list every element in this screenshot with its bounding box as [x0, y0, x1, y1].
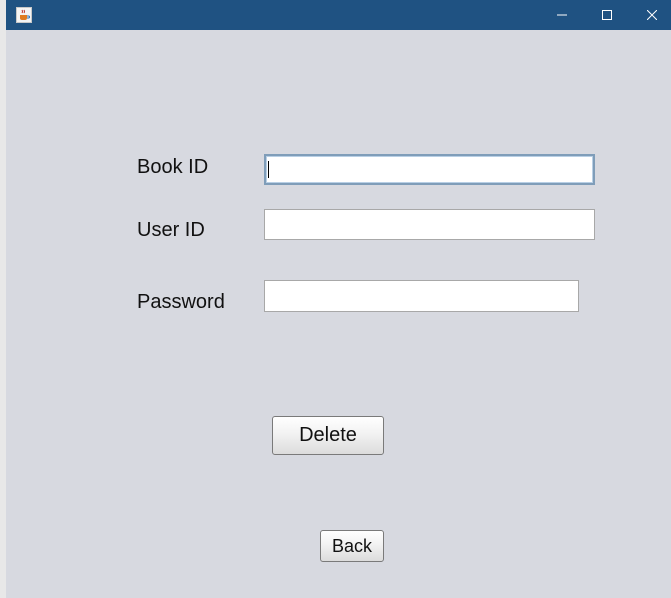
title-bar[interactable] — [6, 0, 671, 30]
minimize-icon — [557, 14, 567, 16]
close-button[interactable] — [629, 0, 671, 30]
maximize-icon — [602, 10, 612, 20]
book-id-label: Book ID — [137, 156, 209, 178]
password-label: Password — [137, 291, 225, 313]
back-button[interactable]: Back — [320, 530, 384, 562]
close-icon — [647, 10, 657, 20]
java-coffee-cup-icon[interactable] — [16, 7, 32, 23]
user-id-field[interactable] — [264, 209, 595, 240]
minimize-button[interactable] — [539, 0, 585, 30]
app-window: Book ID User ID Password Delete Back — [6, 0, 671, 598]
delete-button[interactable]: Delete — [272, 416, 384, 455]
maximize-button[interactable] — [584, 0, 630, 30]
book-id-field[interactable] — [264, 154, 595, 185]
text-caret — [268, 161, 269, 178]
password-field[interactable] — [264, 280, 579, 312]
user-id-label: User ID — [137, 219, 205, 241]
